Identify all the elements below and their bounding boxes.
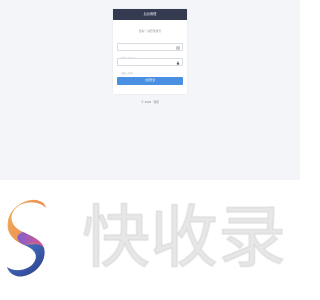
lock-icon <box>176 60 180 65</box>
copyright-text: © 2020 · 管理 <box>141 101 159 104</box>
username-field[interactable] <box>117 43 183 62</box>
user-icon <box>176 46 180 50</box>
login-card: 后台管理 您好！请登录账号 立即登录 <box>113 9 187 94</box>
password-input[interactable] <box>118 70 177 77</box>
login-button[interactable]: 立即登录 <box>117 77 183 85</box>
password-field[interactable] <box>117 58 183 77</box>
watermark-logo-text: 快收录 <box>74 190 294 286</box>
login-subtitle: 您好！请登录账号 <box>138 29 162 33</box>
watermark-text: 快收录 <box>82 199 286 278</box>
card-header: 后台管理 <box>113 9 187 20</box>
s-logo-icon <box>6 198 52 278</box>
